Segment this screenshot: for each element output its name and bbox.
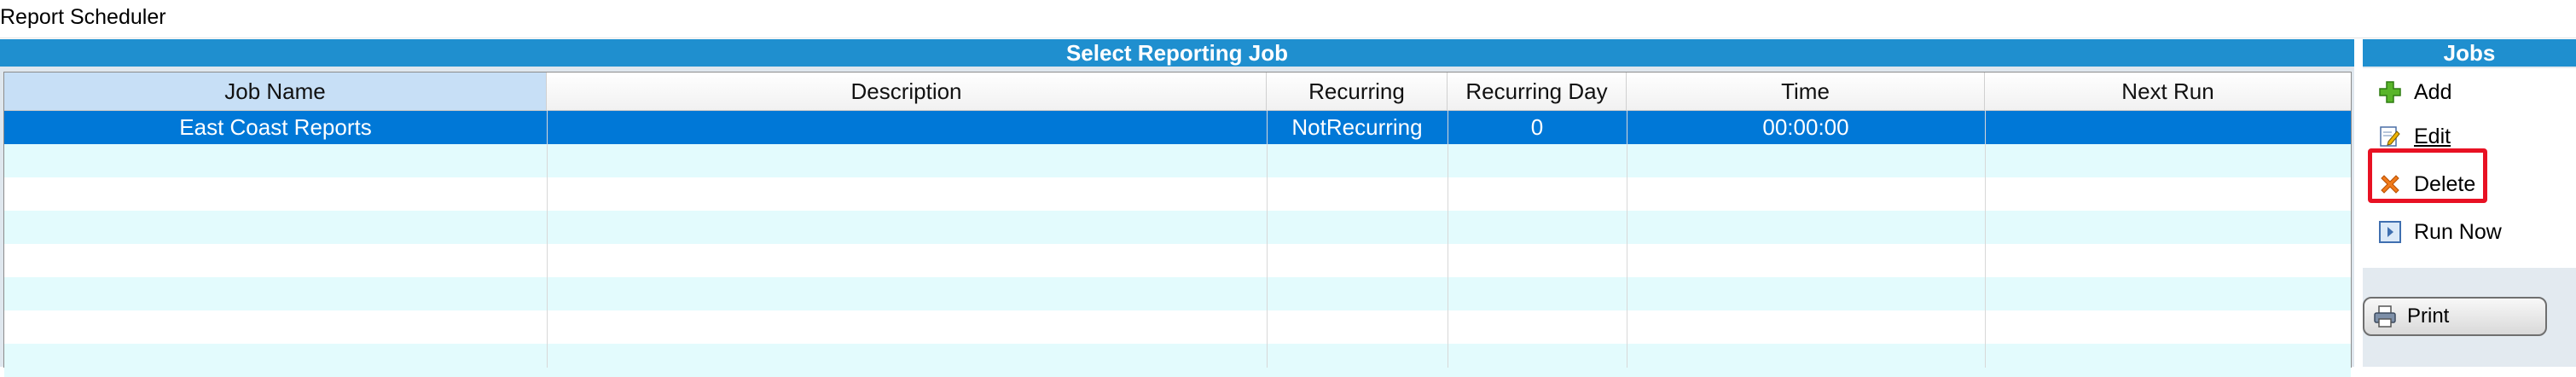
table-row-selected[interactable]: East Coast Reports NotRecurring 0 00:00:… — [4, 111, 2351, 144]
table-row-empty[interactable] — [4, 344, 2351, 377]
title-bar: Report Scheduler — [0, 0, 2576, 38]
print-label: Print — [2407, 304, 2450, 328]
add-icon — [2378, 80, 2402, 104]
edit-icon — [2378, 125, 2402, 148]
select-job-panel: Select Reporting Job Job Name Descriptio… — [0, 39, 2354, 377]
column-divider — [1267, 110, 1268, 368]
column-divider — [1985, 110, 1986, 368]
jobs-panel: Jobs Add Edit Delete Run Now Print — [2363, 39, 2576, 367]
cell-recurring: NotRecurring — [1291, 114, 1423, 140]
cell-description — [547, 111, 1267, 144]
run-now-label: Run Now — [2414, 219, 2502, 244]
column-divider — [547, 110, 548, 368]
run-now-icon — [2378, 220, 2402, 244]
add-label: Add — [2414, 79, 2452, 104]
window-title: Report Scheduler — [0, 5, 166, 29]
jobs-grid[interactable]: Job Name Description Recurring Recurring… — [3, 72, 2352, 377]
table-row-empty[interactable] — [4, 177, 2351, 211]
table-row-empty[interactable] — [4, 310, 2351, 344]
table-row-empty[interactable] — [4, 277, 2351, 310]
jobs-header: Jobs — [2363, 39, 2576, 67]
cell-next-run — [1985, 111, 2351, 144]
printer-icon — [2373, 304, 2397, 328]
cell-time: 00:00:00 — [1762, 114, 1849, 140]
edit-highlight — [2368, 148, 2487, 203]
grid-header-row: Job Name Description Recurring Recurring… — [4, 72, 2351, 111]
cell-job-name: East Coast Reports — [179, 114, 372, 140]
add-job-button[interactable]: Add — [2378, 75, 2566, 109]
edit-label: Edit — [2414, 124, 2451, 148]
column-header-next-run[interactable]: Next Run — [1985, 72, 2351, 110]
cell-recurring-day: 0 — [1530, 114, 1544, 140]
column-header-job-name[interactable]: Job Name — [4, 72, 547, 110]
table-row-empty[interactable] — [4, 211, 2351, 244]
run-now-button[interactable]: Run Now — [2378, 215, 2566, 249]
print-button[interactable]: Print — [2363, 297, 2547, 336]
table-row-empty[interactable] — [4, 244, 2351, 277]
table-row-empty[interactable] — [4, 144, 2351, 177]
column-header-recurring-day[interactable]: Recurring Day — [1448, 72, 1627, 110]
column-header-recurring[interactable]: Recurring — [1267, 72, 1448, 110]
jobs-actions-list: Add Edit Delete Run Now — [2363, 68, 2576, 268]
select-job-header: Select Reporting Job — [0, 39, 2354, 67]
column-header-time[interactable]: Time — [1627, 72, 1985, 110]
column-header-description[interactable]: Description — [547, 72, 1267, 110]
